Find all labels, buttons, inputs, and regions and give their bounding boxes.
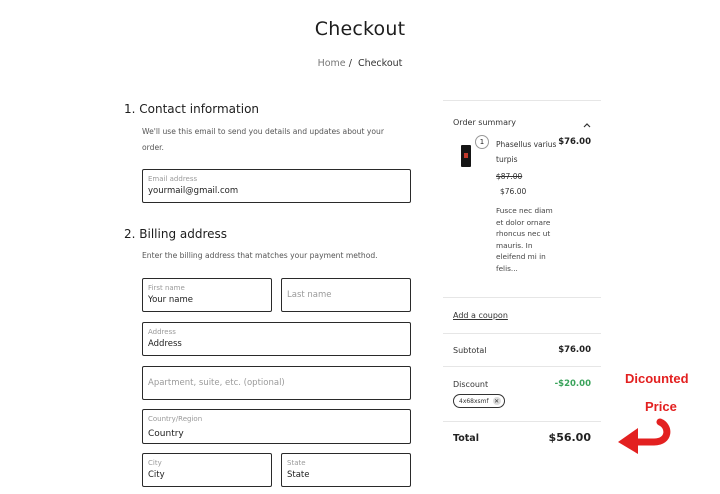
subtotal-value: $76.00 — [558, 345, 591, 355]
breadcrumb-separator: / — [348, 58, 352, 69]
first-name-field[interactable]: First name Your name — [142, 278, 272, 312]
remove-coupon-icon[interactable]: ✕ — [492, 397, 501, 405]
state-value: State — [287, 470, 310, 480]
divider — [443, 421, 601, 422]
quantity-badge: 1 — [475, 135, 489, 149]
apartment-field[interactable]: Apartment, suite, etc. (optional) — [142, 366, 411, 400]
discount-value: -$20.00 — [554, 379, 591, 389]
breadcrumb-current: Checkout — [357, 58, 403, 69]
city-value: City — [148, 470, 165, 480]
product-original-price: $87.00 — [496, 172, 523, 181]
last-name-field[interactable]: Last name — [281, 278, 411, 312]
last-name-placeholder: Last name — [287, 290, 332, 300]
curved-arrow-icon — [616, 418, 672, 458]
billing-description: Enter the billing address that matches y… — [142, 251, 378, 260]
coupon-code: 4x68xsmf — [459, 397, 489, 405]
breadcrumb: Home / Checkout — [0, 58, 720, 69]
subtotal-label: Subtotal — [453, 346, 487, 355]
add-coupon-link[interactable]: Add a coupon — [453, 311, 508, 320]
chevron-up-icon[interactable] — [583, 113, 591, 132]
contact-heading: 1. Contact information — [124, 102, 260, 116]
product-thumbnail — [461, 145, 471, 167]
annotation-text-line1: Dicounted — [625, 371, 689, 386]
coupon-chip: 4x68xsmf ✕ — [453, 394, 505, 408]
email-field-label: Email address — [148, 175, 198, 183]
product-price: $76.00 — [558, 137, 591, 147]
first-name-value: Your name — [148, 295, 193, 305]
breadcrumb-home-link[interactable]: Home — [318, 58, 346, 69]
order-summary-heading: Order summary — [453, 118, 517, 127]
divider — [443, 333, 601, 334]
annotation-text-line2: Price — [645, 399, 677, 414]
country-value: Country — [148, 429, 184, 439]
product-sale-price: $76.00 — [500, 187, 527, 196]
city-field[interactable]: City City — [142, 453, 272, 487]
total-value: $56.00 — [548, 431, 591, 444]
state-field[interactable]: State State — [281, 453, 411, 487]
divider — [443, 366, 601, 367]
address-label: Address — [148, 328, 176, 336]
divider — [443, 297, 601, 298]
address-value: Address — [148, 339, 182, 349]
page-title: Checkout — [314, 18, 406, 40]
address-field[interactable]: Address Address — [142, 322, 411, 356]
email-field[interactable]: Email address yourmail@gmail.com — [142, 169, 411, 203]
total-label: Total — [453, 433, 479, 444]
state-label: State — [287, 459, 306, 467]
product-description: Fusce nec diam et dolor ornare rhoncus n… — [496, 206, 553, 273]
first-name-label: First name — [148, 284, 185, 292]
contact-description: We'll use this email to send you details… — [142, 127, 384, 152]
product-name: Phasellus varius turpis — [496, 140, 557, 164]
country-label: Country/Region — [148, 415, 203, 423]
order-summary-panel: Order summary 1 Phasellus varius turpis … — [443, 100, 601, 461]
city-label: City — [148, 459, 162, 467]
billing-heading: 2. Billing address — [124, 227, 228, 241]
email-field-value: yourmail@gmail.com — [148, 186, 239, 196]
apartment-placeholder: Apartment, suite, etc. (optional) — [148, 378, 285, 388]
country-select[interactable]: Country/Region Country — [142, 409, 411, 444]
order-summary-toggle[interactable]: Order summary — [453, 113, 591, 132]
discount-label: Discount — [453, 380, 489, 389]
